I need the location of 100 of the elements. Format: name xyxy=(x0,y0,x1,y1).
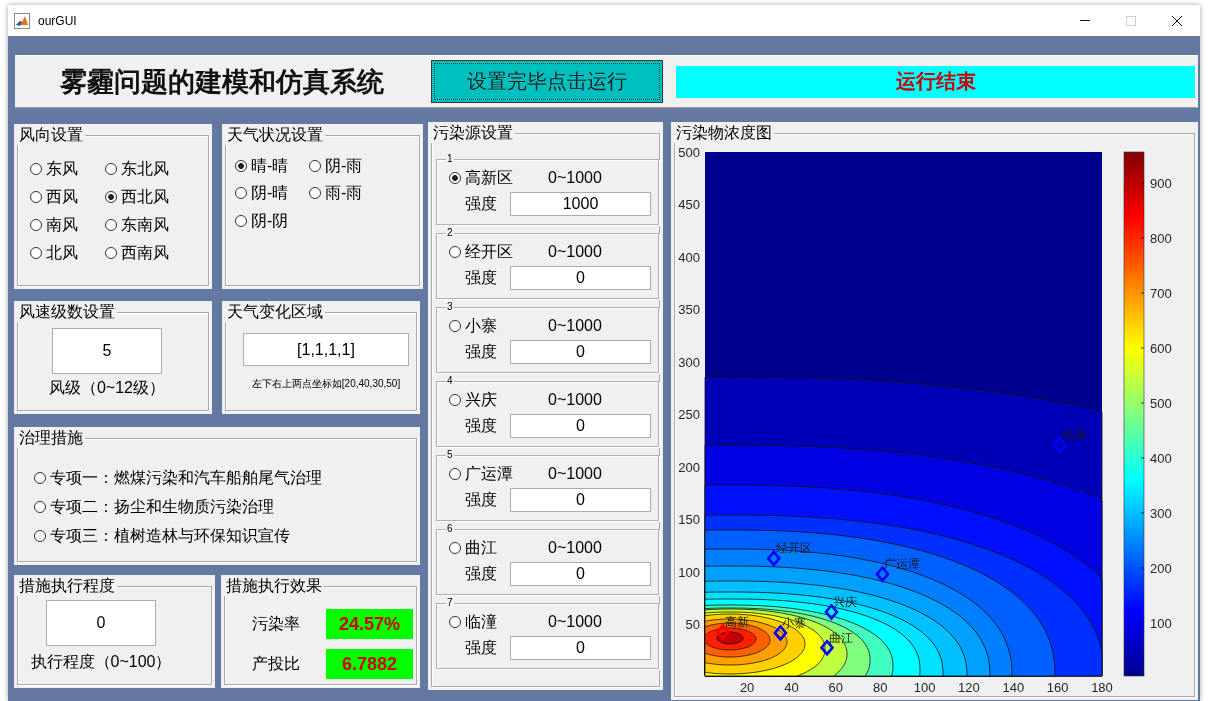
radio-icon[interactable] xyxy=(449,542,461,554)
radio-option[interactable]: 东北风 xyxy=(105,159,208,179)
result-value: 6.7882 xyxy=(326,649,413,679)
panel-title: 天气变化区域 xyxy=(226,302,324,322)
field-label: 强度 xyxy=(465,267,497,288)
range-text: 0~1000 xyxy=(547,391,603,409)
close-icon xyxy=(1172,15,1182,26)
radio-icon[interactable] xyxy=(105,219,117,231)
field-label: 强度 xyxy=(465,489,497,510)
panel-title: 风向设置 xyxy=(18,125,84,145)
input-field[interactable]: 0 xyxy=(510,562,651,586)
panel-title: 天气状况设置 xyxy=(226,125,324,145)
radio-icon[interactable] xyxy=(449,468,461,480)
radio-option[interactable]: 西北风 xyxy=(105,187,208,207)
hint-text: 左下右上两点坐标如[20,40,30,50] xyxy=(251,378,401,390)
app-icon xyxy=(14,12,30,29)
colorbar-tick-label: 100 xyxy=(1150,615,1172,631)
radio-option[interactable]: 兴庆 xyxy=(449,390,539,410)
radio-option[interactable]: 西风 xyxy=(30,187,105,207)
input-field[interactable]: 5 xyxy=(52,328,162,374)
status-display: 运行结束 xyxy=(676,65,1195,98)
input-field[interactable]: [1,1,1,1] xyxy=(243,333,409,366)
radio-icon[interactable] xyxy=(309,159,321,172)
window-title: ourGUI xyxy=(38,13,77,28)
axis-tick-label: 500 xyxy=(678,144,700,160)
radio-icon[interactable] xyxy=(105,247,117,259)
range-text: 0~1000 xyxy=(547,613,603,631)
range-text: 0~1000 xyxy=(547,465,603,483)
input-field[interactable]: 0 xyxy=(46,600,156,646)
axis-tick-label: 20 xyxy=(739,680,755,695)
radio-option[interactable]: 阴-雨 xyxy=(309,155,419,176)
radio-icon[interactable] xyxy=(309,187,321,200)
radio-icon[interactable] xyxy=(449,172,461,184)
axis-tick-label: 160 xyxy=(1046,680,1069,695)
radio-option[interactable]: 东风 xyxy=(30,159,105,179)
radio-icon[interactable] xyxy=(105,191,117,203)
radio-option[interactable]: 广运潭 xyxy=(449,464,539,484)
point-label: 临潼 xyxy=(1061,428,1086,442)
radio-option[interactable]: 经开区 xyxy=(449,242,539,262)
colorbar-tick-label: 500 xyxy=(1150,395,1172,411)
axis-tick-label: 100 xyxy=(678,564,700,580)
radio-icon[interactable] xyxy=(235,214,247,227)
colorbar-tick-label: 300 xyxy=(1150,505,1172,521)
result-label: 污染率 xyxy=(252,613,300,634)
result-label: 产投比 xyxy=(252,653,300,674)
run-button[interactable]: 设置完毕点击运行 xyxy=(431,60,663,103)
field-label: 强度 xyxy=(465,193,497,214)
radio-icon[interactable] xyxy=(235,187,247,200)
group-number: 4 xyxy=(446,375,454,387)
axis-tick-label: 200 xyxy=(678,459,700,475)
range-text: 0~1000 xyxy=(547,317,603,335)
radio-option[interactable]: 小寨 xyxy=(449,316,539,336)
radio-option[interactable]: 阴-阴 xyxy=(235,210,309,231)
panel-title: 治理措施 xyxy=(18,428,84,448)
radio-icon[interactable] xyxy=(449,320,461,332)
radio-option[interactable]: 南风 xyxy=(30,215,105,235)
axis-tick-label: 100 xyxy=(913,680,936,695)
radio-icon[interactable] xyxy=(449,394,461,406)
radio-icon[interactable] xyxy=(449,616,461,628)
radio-option[interactable]: 东南风 xyxy=(105,215,208,235)
axis-tick-label: 350 xyxy=(678,302,700,317)
radio-option[interactable]: 阴-晴 xyxy=(235,183,309,204)
radio-option[interactable]: 专项一：燃煤污染和汽车船舶尾气治理 xyxy=(34,467,416,488)
radio-option[interactable]: 专项三：植树造林与环保知识宣传 xyxy=(34,525,416,546)
radio-icon[interactable] xyxy=(30,191,42,203)
axis-tick-label: 180 xyxy=(1091,680,1113,695)
radio-icon[interactable] xyxy=(449,246,461,258)
axis-tick-label: 450 xyxy=(678,197,700,212)
radio-option[interactable]: 雨-雨 xyxy=(309,183,419,204)
radio-icon[interactable] xyxy=(34,529,46,542)
input-field[interactable]: 0 xyxy=(510,266,651,290)
radio-icon[interactable] xyxy=(105,163,117,175)
input-field[interactable]: 0 xyxy=(510,414,651,438)
colorbar-tick-label: 700 xyxy=(1150,285,1172,301)
radio-option[interactable]: 曲江 xyxy=(449,538,539,558)
radio-icon[interactable] xyxy=(235,159,247,172)
input-field[interactable]: 1000 xyxy=(510,192,651,216)
radio-icon[interactable] xyxy=(30,247,42,259)
colorbar-tick-label: 200 xyxy=(1150,560,1172,576)
field-caption: 风级（0~12级） xyxy=(48,378,165,398)
radio-icon[interactable] xyxy=(34,500,46,513)
field-label: 强度 xyxy=(465,563,497,584)
radio-icon[interactable] xyxy=(30,163,42,175)
input-field[interactable]: 0 xyxy=(510,636,651,660)
input-field[interactable]: 0 xyxy=(510,488,651,512)
radio-icon[interactable] xyxy=(30,219,42,231)
group-number: 1 xyxy=(446,153,454,165)
axis-tick-label: 50 xyxy=(685,617,700,633)
input-field[interactable]: 0 xyxy=(510,340,651,364)
range-text: 0~1000 xyxy=(547,539,603,557)
radio-option[interactable]: 专项二：扬尘和生物质污染治理 xyxy=(34,496,416,517)
axis-tick-label: 250 xyxy=(678,407,700,423)
radio-option[interactable]: 西南风 xyxy=(105,243,208,263)
radio-icon[interactable] xyxy=(34,471,46,484)
radio-option[interactable]: 高新区 xyxy=(449,168,539,188)
radio-option[interactable]: 临潼 xyxy=(449,612,539,632)
range-text: 0~1000 xyxy=(547,169,603,187)
radio-option[interactable]: 晴-晴 xyxy=(235,155,309,176)
radio-option[interactable]: 北风 xyxy=(30,243,105,263)
point-label: 曲江 xyxy=(829,630,853,645)
